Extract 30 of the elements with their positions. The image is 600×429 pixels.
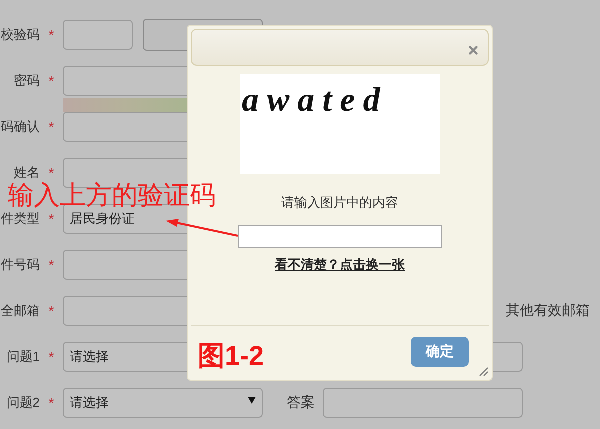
required-mark: * [48, 27, 56, 43]
select-field[interactable]: 请选择 [63, 388, 263, 418]
field-label: 姓名 [14, 164, 40, 182]
refresh-link[interactable]: 看不清楚？点击换一张 [275, 256, 405, 274]
required-mark: * [48, 349, 56, 365]
field-label: 校验码 [1, 26, 40, 44]
field-label: 全邮箱 [1, 302, 40, 320]
answer-field[interactable] [323, 388, 523, 418]
required-mark: * [48, 119, 56, 135]
answer-label: 答案 [287, 394, 316, 412]
captcha-text: awated [242, 82, 388, 120]
field-label: 件类型 [1, 210, 40, 228]
field-label: 密码 [14, 72, 40, 90]
input-field[interactable] [63, 20, 133, 50]
hint-text: 其他有效邮箱 [506, 302, 590, 320]
field-label: 问题2 [6, 394, 40, 412]
required-mark: * [48, 73, 56, 89]
figure-label: 图1-2 [198, 340, 264, 373]
required-mark: * [48, 257, 56, 273]
captcha-input[interactable] [238, 225, 442, 248]
field-label: 问题1 [6, 348, 40, 366]
prompt-text: 请输入图片中的内容 [282, 194, 398, 212]
required-mark: * [48, 211, 56, 227]
required-mark: * [48, 303, 56, 319]
field-label: 码确认 [1, 118, 40, 136]
required-mark: * [48, 165, 56, 181]
resize-grip-icon[interactable] [477, 365, 489, 377]
close-icon[interactable] [467, 44, 480, 57]
field-label: 件号码 [1, 256, 40, 274]
required-mark: * [48, 395, 56, 411]
